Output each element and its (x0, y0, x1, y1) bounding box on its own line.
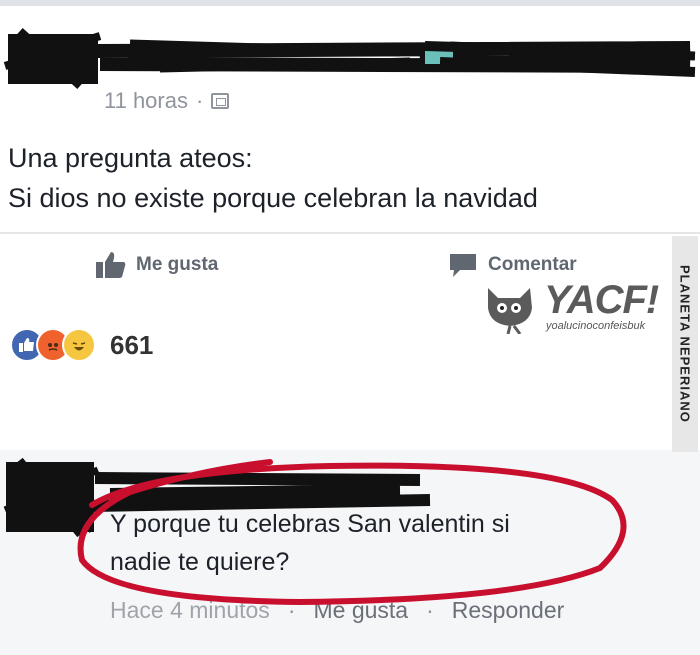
comment-reply-link[interactable]: Responder (452, 597, 565, 624)
comment-like-link[interactable]: Me gusta (313, 597, 408, 624)
yacf-watermark: YACF! yoalucinoconfeisbuk (480, 278, 680, 338)
comment-body: Y porque tu celebras San valentin si nad… (110, 505, 510, 581)
yacf-logo-text: YACF! (544, 278, 659, 322)
comment-actions: Hace 4 minutos · Me gusta · Responder (110, 597, 564, 624)
comment-text-line2: nadie te quiere? (110, 548, 290, 576)
yacf-subtitle: yoalucinoconfeisbuk (546, 320, 646, 332)
comment-separator: · (287, 597, 296, 623)
comment-time[interactable]: Hace 4 minutos (110, 597, 270, 624)
cat-logo-icon (488, 288, 532, 334)
side-watermark: PLANETA NEPERIANO (672, 236, 698, 452)
comment-text-line1: Y porque tu celebras San valentin si (110, 510, 510, 538)
comment-separator: · (426, 597, 434, 623)
